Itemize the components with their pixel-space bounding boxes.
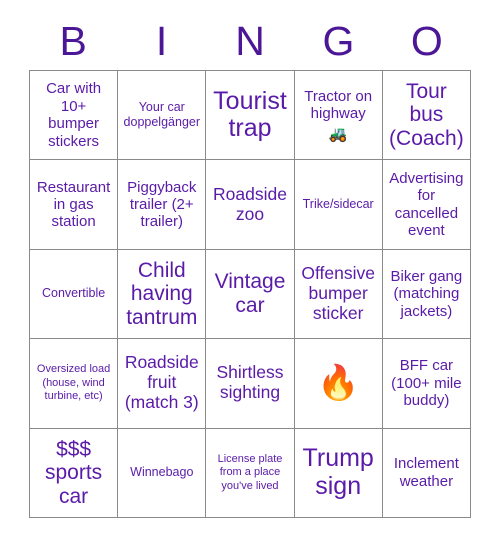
bingo-cell-i5[interactable]: Winnebago bbox=[118, 428, 207, 518]
bingo-cell-g4[interactable]: 🔥 bbox=[294, 339, 383, 429]
bingo-cell-label: Trike/sidecar bbox=[302, 197, 374, 212]
bingo-cell-label: Tractor on highway bbox=[304, 87, 373, 123]
bingo-cell-b3[interactable]: Convertible bbox=[30, 249, 119, 340]
bingo-cell-label: Advertising for cancelled event bbox=[389, 169, 464, 239]
bingo-cell-o2[interactable]: Advertising for cancelled event bbox=[382, 160, 471, 250]
bingo-cell-o1[interactable]: Tour bus (Coach) bbox=[382, 71, 471, 161]
bingo-cell-label: Oversized load (house, wind turbine, etc… bbox=[36, 363, 111, 403]
bingo-cell-label: Biker gang (matching jackets) bbox=[390, 267, 463, 320]
bingo-cell-g3[interactable]: Offensive bumper sticker bbox=[294, 249, 383, 340]
bingo-cell-label: Tourist trap bbox=[213, 86, 287, 143]
bingo-header-letter-g: G bbox=[322, 17, 355, 64]
bingo-cell-label: Winnebago bbox=[130, 465, 194, 480]
bingo-cell-label: Child having tantrum bbox=[126, 258, 198, 329]
bingo-cell-i2[interactable]: Piggyback trailer (2+ trailer) bbox=[118, 160, 207, 250]
bingo-cell-b2[interactable]: Restaurant in gas station bbox=[30, 160, 119, 250]
bingo-cell-g2[interactable]: Trike/sidecar bbox=[294, 160, 383, 250]
bingo-cell-n2[interactable]: Roadside zoo bbox=[206, 160, 295, 250]
bingo-header-letter-b: B bbox=[59, 17, 87, 64]
bingo-cell-label: License plate from a place you've lived bbox=[217, 452, 283, 492]
bingo-cell-o3[interactable]: Biker gang (matching jackets) bbox=[382, 249, 471, 340]
bingo-cell-b1[interactable]: Car with 10+ bumper stickers bbox=[30, 71, 119, 161]
bingo-cell-label: Roadside zoo bbox=[213, 183, 287, 224]
bingo-cell-i3[interactable]: Child having tantrum bbox=[118, 249, 207, 340]
bingo-cell-n1[interactable]: Tourist trap bbox=[206, 71, 295, 161]
bingo-cell-label: $$$ sports car bbox=[45, 437, 103, 508]
bingo-cell-o4[interactable]: BFF car (100+ mile buddy) bbox=[382, 339, 471, 429]
bingo-cell-b4[interactable]: Oversized load (house, wind turbine, etc… bbox=[30, 339, 119, 429]
bingo-grid: Car with 10+ bumper stickers Your car dop… bbox=[29, 70, 471, 518]
bingo-cell-n5[interactable]: License plate from a place you've lived bbox=[206, 428, 295, 518]
bingo-cell-label: Shirtless sighting bbox=[216, 362, 284, 403]
bingo-header-letter-n: N bbox=[235, 17, 265, 64]
bingo-cell-label: Piggyback trailer (2+ trailer) bbox=[127, 178, 197, 231]
tractor-icon: 🚜 bbox=[328, 124, 348, 143]
bingo-cell-o5[interactable]: Inclement weather bbox=[382, 428, 471, 518]
bingo-cell-label: Restaurant in gas station bbox=[36, 178, 111, 231]
bingo-header: B I N G O bbox=[29, 14, 471, 68]
bingo-header-letter-o: O bbox=[410, 17, 443, 64]
bingo-cell-label: Vintage car bbox=[214, 270, 286, 317]
bingo-cell-label: Your car doppelgänger bbox=[123, 100, 201, 130]
bingo-cell-label: Tour bus (Coach) bbox=[389, 79, 464, 150]
bingo-card: B I N G O Car with 10+ bumper stickers Yo… bbox=[0, 0, 500, 544]
bingo-cell-label: Convertible bbox=[41, 286, 106, 301]
bingo-cell-label: Offensive bumper sticker bbox=[301, 263, 375, 323]
bingo-cell-label: Roadside fruit (match 3) bbox=[124, 352, 199, 413]
bingo-cell-label: Inclement weather bbox=[393, 455, 459, 490]
bingo-cell-b5[interactable]: $$$ sports car bbox=[30, 428, 119, 518]
free-space-fire-icon: 🔥 bbox=[317, 363, 360, 404]
bingo-cell-g5[interactable]: Trump sign bbox=[294, 428, 383, 518]
bingo-cell-label: Trump sign bbox=[302, 444, 374, 500]
bingo-cell-n4[interactable]: Shirtless sighting bbox=[206, 339, 295, 429]
bingo-cell-i4[interactable]: Roadside fruit (match 3) bbox=[118, 339, 207, 429]
bingo-cell-g1[interactable]: Tractor on highway 🚜 bbox=[294, 71, 383, 161]
bingo-cell-n3[interactable]: Vintage car bbox=[206, 249, 295, 340]
bingo-cell-label: Car with 10+ bumper stickers bbox=[46, 80, 102, 150]
bingo-cell-i1[interactable]: Your car doppelgänger bbox=[118, 71, 207, 161]
bingo-header-letter-i: I bbox=[155, 17, 168, 64]
bingo-cell-label: BFF car (100+ mile buddy) bbox=[391, 357, 462, 410]
